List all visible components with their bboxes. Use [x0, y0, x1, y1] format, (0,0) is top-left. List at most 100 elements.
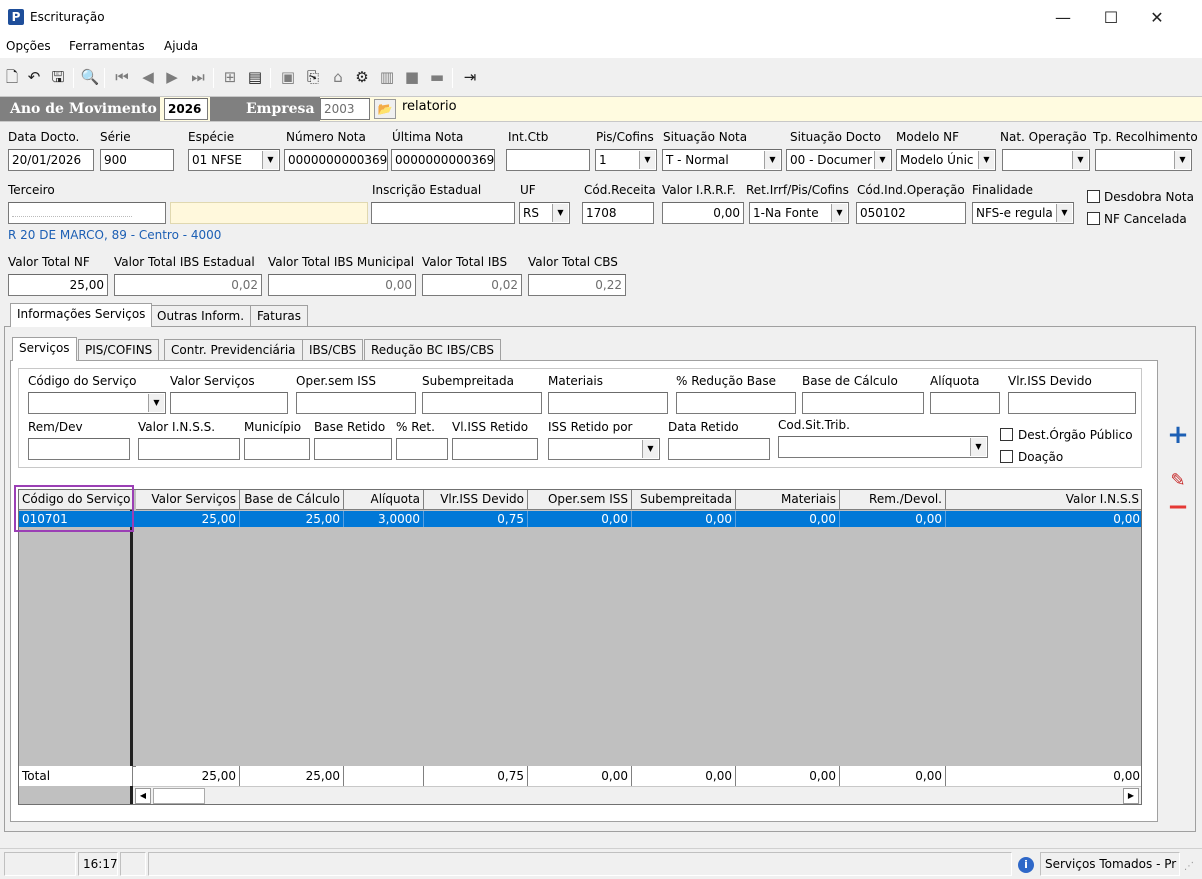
vlr-iss-devido-field[interactable]: [1008, 392, 1136, 414]
chevron-down-icon[interactable]: ▼: [1174, 151, 1190, 169]
col-oper-sem-iss[interactable]: Oper.sem ISS: [528, 490, 632, 510]
block-icon[interactable]: ■: [402, 66, 422, 88]
int-ctb-field[interactable]: [506, 149, 590, 171]
pis-cofins-select[interactable]: 1 ▼: [595, 149, 657, 171]
cell-materiais[interactable]: 0,00: [736, 511, 840, 527]
base-retido-field[interactable]: [314, 438, 392, 460]
perc-reducao-base-field[interactable]: [676, 392, 796, 414]
new-icon[interactable]: 🗋: [2, 66, 22, 88]
iss-retido-por-select[interactable]: ▼: [548, 438, 660, 460]
tp-recolhimento-select[interactable]: ▼: [1095, 149, 1192, 171]
last-record-icon[interactable]: ⏭: [188, 66, 208, 88]
report-icon[interactable]: ▤: [245, 66, 265, 88]
finalidade-select[interactable]: NFS-e regula ▼: [972, 202, 1074, 224]
tab-servicos[interactable]: Serviços: [12, 337, 77, 361]
chevron-down-icon[interactable]: ▼: [552, 204, 568, 222]
scroll-right-icon[interactable]: ▶: [1123, 788, 1139, 804]
cib-icon[interactable]: ⚙: [352, 66, 372, 88]
chevron-down-icon[interactable]: ▼: [978, 151, 994, 169]
next-record-icon[interactable]: ▶: [162, 66, 182, 88]
col-valor-servicos[interactable]: Valor Serviços: [136, 490, 240, 510]
menu-ferramentas[interactable]: Ferramentas: [69, 39, 145, 53]
building-icon[interactable]: ⌂: [328, 66, 348, 88]
cod-sit-trib-select[interactable]: ▼: [778, 436, 988, 458]
menu-ajuda[interactable]: Ajuda: [164, 39, 198, 53]
ret-irrf-select[interactable]: 1-Na Fonte ▼: [749, 202, 849, 224]
columns-icon[interactable]: ▥: [377, 66, 397, 88]
cell-subempreitada[interactable]: 0,00: [632, 511, 736, 527]
tab-faturas[interactable]: Faturas: [250, 305, 309, 327]
empresa-field[interactable]: 2003: [320, 98, 370, 120]
document-icon[interactable]: ⎘: [303, 66, 323, 88]
valor-inss-field[interactable]: [138, 438, 240, 460]
scroll-left-icon[interactable]: ◀: [135, 788, 151, 804]
aliquota-field[interactable]: [930, 392, 1000, 414]
vl-iss-retido-field[interactable]: [452, 438, 538, 460]
cod-ind-operacao-field[interactable]: 050102: [856, 202, 966, 224]
dest-orgao-publico-checkbox[interactable]: [1000, 428, 1013, 441]
col-aliquota[interactable]: Alíquota: [344, 490, 424, 510]
tab-pis-cofins[interactable]: PIS/COFINS: [78, 339, 160, 361]
valor-servicos-field[interactable]: [170, 392, 288, 414]
cell-valor-servicos[interactable]: 25,00: [136, 511, 240, 527]
valor-total-cbs-field[interactable]: 0,22: [528, 274, 626, 296]
chevron-down-icon[interactable]: ▼: [639, 151, 655, 169]
municipio-field[interactable]: [244, 438, 310, 460]
horizontal-scrollbar[interactable]: ◀ ▶: [133, 786, 1141, 804]
col-rem-devol[interactable]: Rem./Devol.: [840, 490, 946, 510]
especie-select[interactable]: 01 NFSE ▼: [188, 149, 280, 171]
cell-valor-inss[interactable]: 0,00: [946, 511, 1141, 527]
chevron-down-icon[interactable]: ▼: [874, 151, 890, 169]
cell-rem-devol[interactable]: 0,00: [840, 511, 946, 527]
uf-select[interactable]: RS ▼: [519, 202, 570, 224]
cell-vlr-iss-devido[interactable]: 0,75: [424, 511, 528, 527]
numero-nota-field[interactable]: 0000000000369: [284, 149, 388, 171]
ano-movimento-field[interactable]: 2026: [164, 98, 208, 120]
tree-icon[interactable]: ⊞: [220, 66, 240, 88]
chevron-down-icon[interactable]: ▼: [262, 151, 278, 169]
codigo-servico-select[interactable]: ▼: [28, 392, 166, 414]
valor-total-ibs-field[interactable]: 0,02: [422, 274, 522, 296]
cell-base-calculo[interactable]: 25,00: [240, 511, 344, 527]
col-materiais[interactable]: Materiais: [736, 490, 840, 510]
menu-opcoes[interactable]: Opções: [6, 39, 51, 53]
desdobra-nota-checkbox[interactable]: [1087, 190, 1100, 203]
chevron-down-icon[interactable]: ▼: [148, 394, 164, 412]
inscricao-estadual-select[interactable]: [371, 202, 515, 224]
rem-dev-field[interactable]: [28, 438, 130, 460]
ultima-nota-field[interactable]: 0000000000369: [391, 149, 495, 171]
nat-operacao-select[interactable]: ▼: [1002, 149, 1090, 171]
serie-field[interactable]: 900: [100, 149, 174, 171]
chevron-down-icon[interactable]: ▼: [831, 204, 847, 222]
modelo-nf-select[interactable]: Modelo Únic ▼: [896, 149, 996, 171]
tab-informacoes-servicos[interactable]: Informações Serviços: [10, 303, 153, 327]
scroll-thumb[interactable]: [153, 788, 205, 804]
minus-bar-icon[interactable]: ▬: [427, 66, 447, 88]
tab-ibs-cbs[interactable]: IBS/CBS: [302, 339, 364, 361]
data-retido-field[interactable]: [668, 438, 770, 460]
base-calculo-field[interactable]: [802, 392, 924, 414]
tab-reducao-bc-ibs-cbs[interactable]: Redução BC IBS/CBS: [364, 339, 501, 361]
materiais-field[interactable]: [548, 392, 668, 414]
preview-icon[interactable]: 🔍: [80, 66, 100, 88]
add-icon[interactable]: +: [1166, 422, 1190, 448]
doacao-checkbox[interactable]: [1000, 450, 1013, 463]
maximize-button[interactable]: ☐: [1088, 4, 1134, 32]
save-icon[interactable]: 🖫: [48, 66, 68, 88]
chevron-down-icon[interactable]: ▼: [764, 151, 780, 169]
col-subempreitada[interactable]: Subempreitada: [632, 490, 736, 510]
data-docto-field[interactable]: 20/01/2026: [8, 149, 94, 171]
perc-ret-field[interactable]: [396, 438, 448, 460]
resize-grip-icon[interactable]: ⋰: [1184, 861, 1194, 872]
valor-irrf-field[interactable]: 0,00: [662, 202, 744, 224]
undo-icon[interactable]: ↶: [24, 66, 44, 88]
terceiro-code-field[interactable]: [8, 202, 166, 224]
chevron-down-icon[interactable]: ▼: [1072, 151, 1088, 169]
chevron-down-icon[interactable]: ▼: [642, 440, 658, 458]
situacao-nota-select[interactable]: T - Normal ▼: [662, 149, 782, 171]
valor-total-ibs-estadual-field[interactable]: 0,02: [114, 274, 262, 296]
chevron-down-icon[interactable]: ▼: [970, 438, 986, 456]
previous-record-icon[interactable]: ◀: [138, 66, 158, 88]
valor-total-nf-field[interactable]: 25,00: [8, 274, 108, 296]
tab-contr-previdenciaria[interactable]: Contr. Previdenciária: [164, 339, 303, 361]
